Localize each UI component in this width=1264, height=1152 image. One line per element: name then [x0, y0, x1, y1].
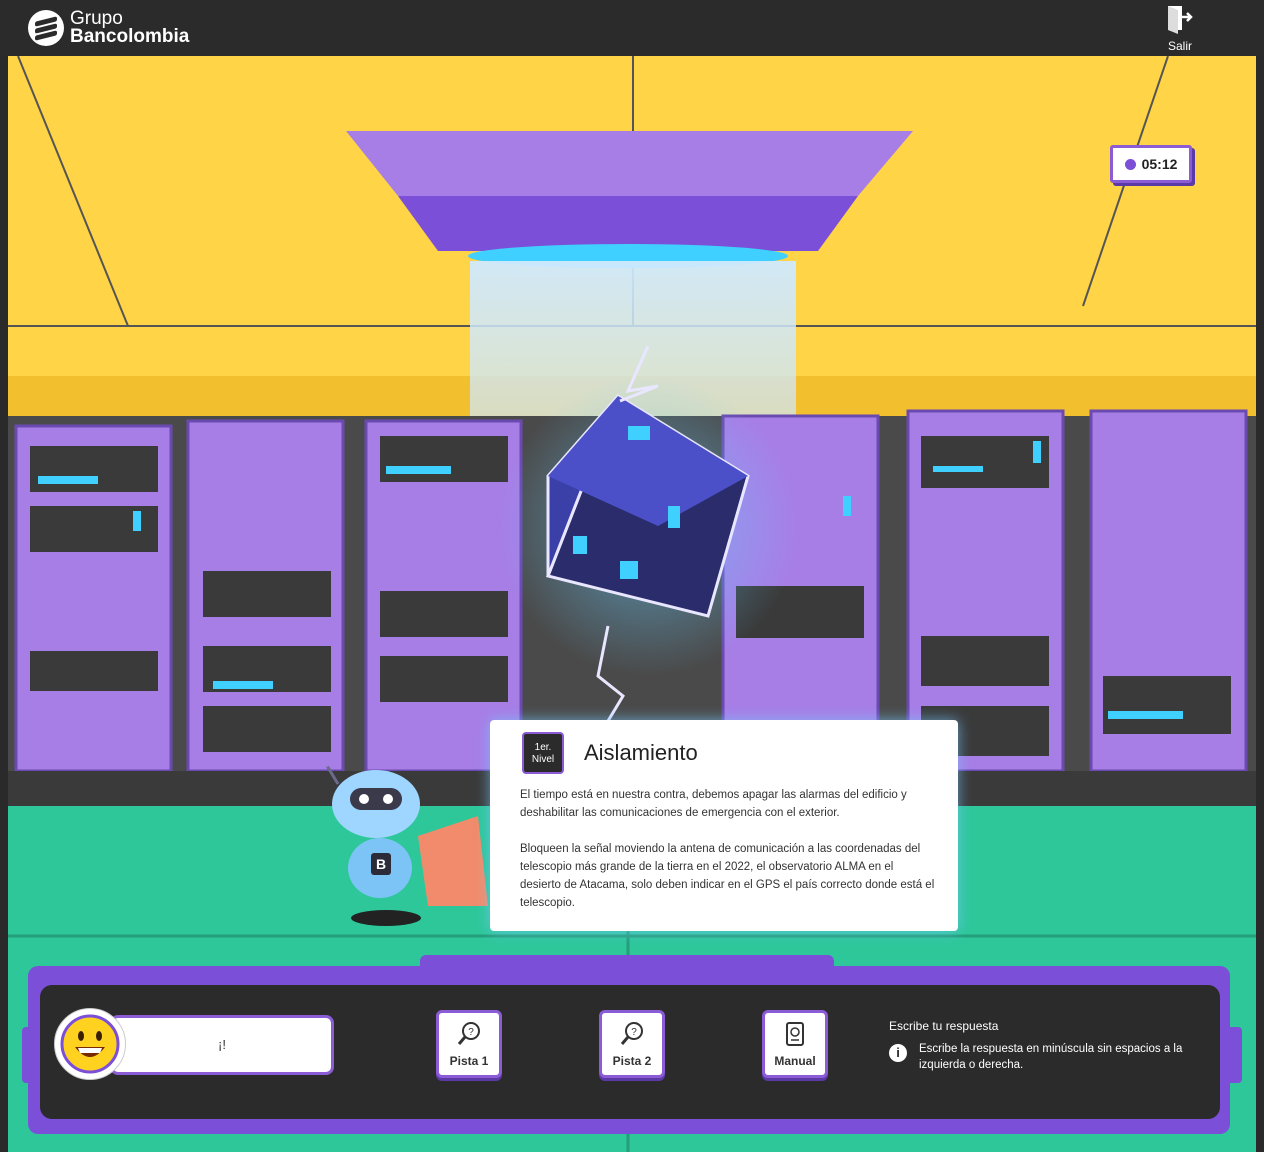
top-bar: Grupo Bancolombia Salir	[0, 0, 1264, 56]
challenge-paragraph-2: Bloqueen la señal moviendo la antena de …	[520, 843, 935, 909]
bancolombia-mark-icon	[28, 10, 64, 46]
level-badge-line1: 1er.	[534, 742, 552, 753]
level-badge-line2: Nivel	[531, 754, 555, 765]
robot-chest-letter: B	[375, 856, 387, 872]
answer-field[interactable]: ¡!	[110, 1015, 334, 1075]
svg-text:?: ?	[468, 1027, 474, 1038]
brand-line2: Bancolombia	[70, 26, 190, 47]
info-icon: i	[889, 1044, 907, 1062]
manual-book-icon	[786, 1022, 804, 1046]
answer-help: Escribe tu respuesta i Escribe la respue…	[889, 1019, 1209, 1073]
exit-button[interactable]: Salir	[1160, 4, 1200, 53]
answer-help-text: Escribe la respuesta en minúscula sin es…	[919, 1043, 1183, 1071]
level-badge: 1er. Nivel	[522, 732, 564, 774]
challenge-title: Aislamiento	[584, 740, 698, 765]
magnifier-question-icon: ?	[457, 1022, 480, 1045]
hint-2-label: Pista 2	[612, 1054, 652, 1068]
challenge-card: 1er. Nivel Aislamiento El tiempo está en…	[490, 720, 958, 931]
exit-label: Salir	[1167, 39, 1192, 53]
exit-door-icon	[1168, 6, 1193, 34]
manual-label: Manual	[774, 1054, 816, 1068]
bancolombia-logo: Grupo Bancolombia	[28, 9, 190, 47]
magnifier-question-icon: ?	[620, 1022, 643, 1045]
challenge-paragraph-1: El tiempo está en nuestra contra, debemo…	[520, 789, 907, 819]
smiley-face-icon	[54, 1008, 126, 1080]
countdown-timer: 05:12	[1110, 145, 1192, 183]
answer-help-title: Escribe tu respuesta	[889, 1019, 999, 1033]
hint-1-label: Pista 1	[449, 1054, 489, 1068]
hint-1-button[interactable]: ? Pista 1	[436, 1010, 502, 1078]
clock-icon	[1124, 158, 1136, 170]
manual-button[interactable]: Manual	[762, 1010, 828, 1078]
answer-display: ¡!	[218, 1037, 226, 1052]
hint-2-button[interactable]: ? Pista 2	[599, 1010, 665, 1078]
svg-text:?: ?	[631, 1027, 637, 1038]
timer-value: 05:12	[1141, 156, 1178, 172]
